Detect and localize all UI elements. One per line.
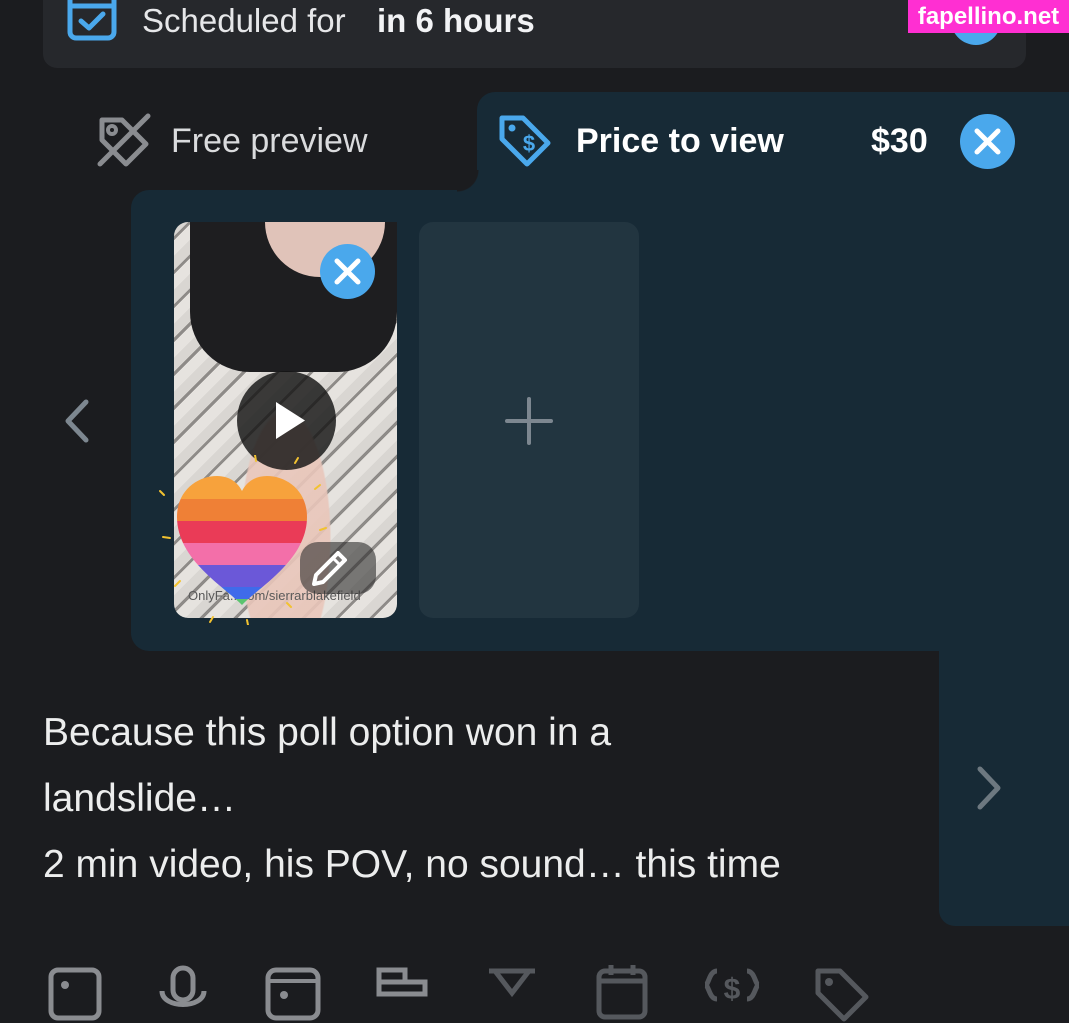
calendar-check-icon: [67, 0, 117, 41]
tag-icon[interactable]: [812, 965, 870, 1023]
price-clear-button[interactable]: [960, 114, 1015, 169]
close-icon: [334, 258, 361, 285]
price-value[interactable]: $30: [871, 122, 928, 161]
vault-icon[interactable]: [264, 965, 322, 1023]
calendar-icon[interactable]: [593, 965, 651, 1023]
caption-line: Because this poll option won in a: [43, 711, 612, 754]
microphone-icon[interactable]: [154, 965, 212, 1023]
post-caption[interactable]: Because this poll option won in a landsl…: [43, 700, 923, 898]
svg-text:$: $: [523, 131, 535, 156]
poll-icon[interactable]: [373, 965, 431, 1023]
close-icon: [974, 128, 1001, 155]
caption-line: landslide…: [43, 777, 236, 820]
hourglass-icon[interactable]: [483, 965, 541, 1023]
media-remove-button[interactable]: [320, 244, 375, 299]
schedule-label: Scheduled for: [142, 2, 346, 39]
panel-notch: [457, 170, 479, 192]
plus-icon: [505, 397, 553, 445]
price-icon[interactable]: $: [703, 965, 761, 1023]
chevron-left-icon[interactable]: [60, 398, 96, 444]
chevron-right-icon[interactable]: [970, 765, 1006, 811]
tab-free-preview-label: Free preview: [171, 122, 368, 160]
rainbow-heart-sticker: [159, 455, 327, 625]
watermark: fapellino.net: [908, 0, 1069, 33]
tag-off-icon: [97, 113, 151, 167]
tag-dollar-icon: $: [499, 115, 551, 167]
tab-price-to-view-label[interactable]: Price to view: [576, 122, 784, 161]
schedule-value: in 6 hours: [377, 2, 535, 39]
svg-text:$: $: [724, 973, 741, 1006]
caption-line: 2 min video, his POV, no sound… this tim…: [43, 843, 781, 886]
image-icon[interactable]: [47, 965, 105, 1023]
